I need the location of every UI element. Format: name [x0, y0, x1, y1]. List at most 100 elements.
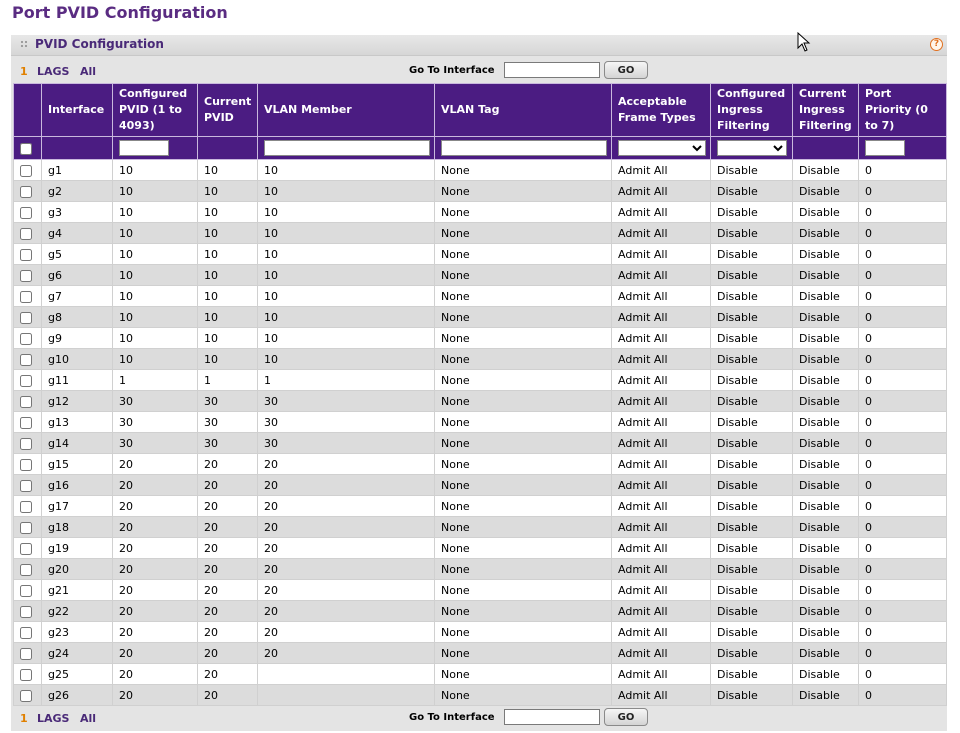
- cell-vlan-member: [257, 663, 435, 685]
- table-row[interactable]: g17 20 20 20 None Admit All Disable Disable 0: [13, 495, 947, 517]
- cell-current-ingress-filtering: Disable: [792, 495, 859, 517]
- table-row[interactable]: g23 20 20 20 None Admit All Disable Disable 0: [13, 621, 947, 643]
- lags-link[interactable]: LAGS: [37, 712, 69, 725]
- row-select-checkbox[interactable]: [20, 584, 32, 597]
- column-header-vlan-tag[interactable]: VLAN Tag: [434, 83, 612, 137]
- all-link[interactable]: All: [80, 712, 96, 725]
- cell-configured-pvid: 20: [112, 495, 198, 517]
- vlan-member-input[interactable]: [264, 140, 430, 156]
- page-number[interactable]: 1: [20, 712, 28, 725]
- row-select-checkbox[interactable]: [20, 164, 32, 177]
- table-row[interactable]: g19 20 20 20 None Admit All Disable Disable 0: [13, 537, 947, 559]
- column-header-current-ingress-filtering[interactable]: Current Ingress Filtering: [792, 83, 859, 137]
- table-row[interactable]: g12 30 30 30 None Admit All Disable Disable 0: [13, 390, 947, 412]
- cell-vlan-member: 10: [257, 327, 435, 349]
- go-button[interactable]: GO: [604, 708, 648, 726]
- table-row[interactable]: g16 20 20 20 None Admit All Disable Disable 0: [13, 474, 947, 496]
- all-link[interactable]: All: [80, 65, 96, 78]
- table-row[interactable]: g20 20 20 20 None Admit All Disable Disable 0: [13, 558, 947, 580]
- go-button[interactable]: GO: [604, 61, 648, 79]
- lags-link[interactable]: LAGS: [37, 65, 69, 78]
- grip-icon[interactable]: [20, 40, 28, 48]
- cell-interface: g20: [41, 558, 113, 580]
- row-select-checkbox[interactable]: [20, 269, 32, 282]
- port-priority-input[interactable]: [865, 140, 905, 156]
- row-select-checkbox[interactable]: [20, 605, 32, 618]
- row-select-checkbox[interactable]: [20, 626, 32, 639]
- cell-vlan-member: 20: [257, 558, 435, 580]
- table-row[interactable]: g24 20 20 20 None Admit All Disable Disable 0: [13, 642, 947, 664]
- row-select-checkbox[interactable]: [20, 395, 32, 408]
- row-select-checkbox[interactable]: [20, 332, 32, 345]
- column-header-vlan-member[interactable]: VLAN Member: [257, 83, 435, 137]
- table-row[interactable]: g18 20 20 20 None Admit All Disable Disable 0: [13, 516, 947, 538]
- goto-interface-input[interactable]: [504, 62, 600, 78]
- row-select-checkbox[interactable]: [20, 647, 32, 660]
- acceptable-frame-types-select[interactable]: [618, 140, 706, 156]
- row-select-checkbox[interactable]: [20, 668, 32, 681]
- row-select-checkbox[interactable]: [20, 542, 32, 555]
- row-select-checkbox[interactable]: [20, 416, 32, 429]
- table-row[interactable]: g4 10 10 10 None Admit All Disable Disable 0: [13, 222, 947, 244]
- vlan-tag-input[interactable]: [441, 140, 607, 156]
- select-all-checkbox[interactable]: [20, 142, 32, 155]
- row-select-checkbox[interactable]: [20, 500, 32, 513]
- cell-current-ingress-filtering: Disable: [792, 663, 859, 685]
- row-select-checkbox[interactable]: [20, 374, 32, 387]
- page-number[interactable]: 1: [20, 65, 28, 78]
- cell-configured-ingress-filtering: Disable: [710, 411, 793, 433]
- cell-configured-pvid: 10: [112, 327, 198, 349]
- row-select-checkbox[interactable]: [20, 689, 32, 702]
- table-row[interactable]: g2 10 10 10 None Admit All Disable Disable 0: [13, 180, 947, 202]
- table-row[interactable]: g6 10 10 10 None Admit All Disable Disable 0: [13, 264, 947, 286]
- table-row[interactable]: g1 10 10 10 None Admit All Disable Disable 0: [13, 159, 947, 181]
- cell-configured-ingress-filtering: Disable: [710, 642, 793, 664]
- column-header-configured-ingress-filtering[interactable]: Configured Ingress Filtering: [710, 83, 793, 137]
- table-row[interactable]: g8 10 10 10 None Admit All Disable Disable 0: [13, 306, 947, 328]
- table-row[interactable]: g15 20 20 20 None Admit All Disable Disable 0: [13, 453, 947, 475]
- table-row[interactable]: g26 20 20 None Admit All Disable Disable 0: [13, 684, 947, 706]
- help-icon[interactable]: ?: [930, 38, 943, 51]
- row-select-checkbox[interactable]: [20, 206, 32, 219]
- column-header-port-priority[interactable]: Port Priority (0 to 7): [858, 83, 947, 137]
- row-select-checkbox[interactable]: [20, 479, 32, 492]
- table-row[interactable]: g21 20 20 20 None Admit All Disable Disable 0: [13, 579, 947, 601]
- table-row[interactable]: g9 10 10 10 None Admit All Disable Disable 0: [13, 327, 947, 349]
- table-row[interactable]: g22 20 20 20 None Admit All Disable Disable 0: [13, 600, 947, 622]
- row-select-checkbox[interactable]: [20, 248, 32, 261]
- column-header-interface[interactable]: Interface: [41, 83, 113, 137]
- cell-current-pvid: 10: [197, 264, 258, 286]
- row-select-checkbox[interactable]: [20, 437, 32, 450]
- table-row[interactable]: g13 30 30 30 None Admit All Disable Disable 0: [13, 411, 947, 433]
- row-select-checkbox[interactable]: [20, 185, 32, 198]
- cell-acceptable-frame-types: Admit All: [611, 684, 711, 706]
- configured-pvid-input[interactable]: [119, 140, 169, 156]
- configured-ingress-filtering-select[interactable]: [717, 140, 787, 156]
- cell-current-pvid: 20: [197, 642, 258, 664]
- row-select-checkbox[interactable]: [20, 521, 32, 534]
- table-row[interactable]: g25 20 20 None Admit All Disable Disable 0: [13, 663, 947, 685]
- row-select-checkbox[interactable]: [20, 227, 32, 240]
- row-select-checkbox[interactable]: [20, 290, 32, 303]
- row-select-checkbox[interactable]: [20, 563, 32, 576]
- cell-current-pvid: 30: [197, 411, 258, 433]
- column-header-acceptable-frame-types[interactable]: Acceptable Frame Types: [611, 83, 711, 137]
- table-row[interactable]: g10 10 10 10 None Admit All Disable Disable 0: [13, 348, 947, 370]
- column-header-current-pvid[interactable]: Current PVID: [197, 83, 258, 137]
- cell-vlan-tag: None: [434, 201, 612, 223]
- column-header-configured-pvid[interactable]: Configured PVID (1 to 4093): [112, 83, 198, 137]
- row-select-checkbox[interactable]: [20, 311, 32, 324]
- cell-vlan-member: 10: [257, 243, 435, 265]
- goto-interface-input[interactable]: [504, 709, 600, 725]
- table-row[interactable]: g11 1 1 1 None Admit All Disable Disable 0: [13, 369, 947, 391]
- row-select-checkbox[interactable]: [20, 353, 32, 366]
- table-row[interactable]: g3 10 10 10 None Admit All Disable Disable 0: [13, 201, 947, 223]
- table-row[interactable]: g7 10 10 10 None Admit All Disable Disable 0: [13, 285, 947, 307]
- row-select-checkbox[interactable]: [20, 458, 32, 471]
- cell-port-priority: 0: [858, 537, 947, 559]
- table-row[interactable]: g5 10 10 10 None Admit All Disable Disable 0: [13, 243, 947, 265]
- cell-interface: g19: [41, 537, 113, 559]
- cell-vlan-member: 20: [257, 600, 435, 622]
- cell-acceptable-frame-types: Admit All: [611, 453, 711, 475]
- table-row[interactable]: g14 30 30 30 None Admit All Disable Disable 0: [13, 432, 947, 454]
